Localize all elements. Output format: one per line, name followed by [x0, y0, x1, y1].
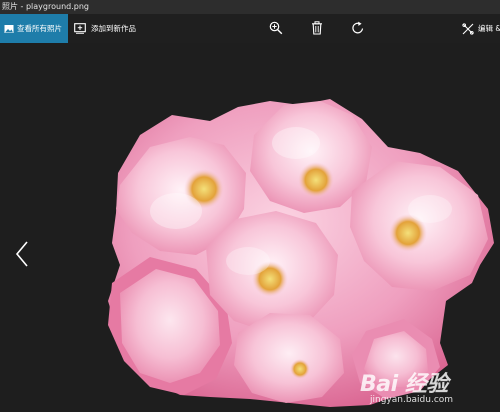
trash-icon[interactable] — [310, 21, 324, 35]
view-all-photos-label: 查看所有照片 — [17, 24, 62, 33]
baidu-jingyan-watermark: Bai 经验 jingyan.baidu.com — [360, 362, 492, 410]
toolbar: 查看所有照片 添加到新作品 编辑 & — [0, 14, 500, 43]
chevron-left-icon — [15, 241, 29, 267]
view-all-photos-button[interactable]: 查看所有照片 — [0, 14, 68, 43]
add-to-creation-icon — [74, 23, 86, 34]
zoom-in-icon[interactable] — [269, 21, 283, 35]
watermark-logo: Bai 经验 — [360, 372, 448, 397]
previous-photo-button[interactable] — [12, 239, 32, 269]
photo-viewer: Bai 经验 jingyan.baidu.com — [0, 43, 500, 412]
edit-label: 编辑 & — [478, 24, 500, 33]
picture-icon — [4, 24, 14, 34]
cherry-blossom-photo — [108, 99, 494, 407]
watermark-url: jingyan.baidu.com — [370, 395, 454, 405]
edit-button[interactable]: 编辑 & — [462, 14, 500, 43]
add-to-creation-label: 添加到新作品 — [91, 24, 136, 33]
photos-app-window: 照片 - playground.png 查看所有照片 添加到新作品 编辑 & B… — [0, 0, 500, 412]
title-bar: 照片 - playground.png — [0, 0, 500, 14]
add-to-creation-button[interactable]: 添加到新作品 — [74, 14, 136, 43]
edit-icon — [462, 22, 474, 35]
rotate-icon[interactable] — [351, 21, 365, 35]
window-title: 照片 - playground.png — [2, 2, 89, 11]
